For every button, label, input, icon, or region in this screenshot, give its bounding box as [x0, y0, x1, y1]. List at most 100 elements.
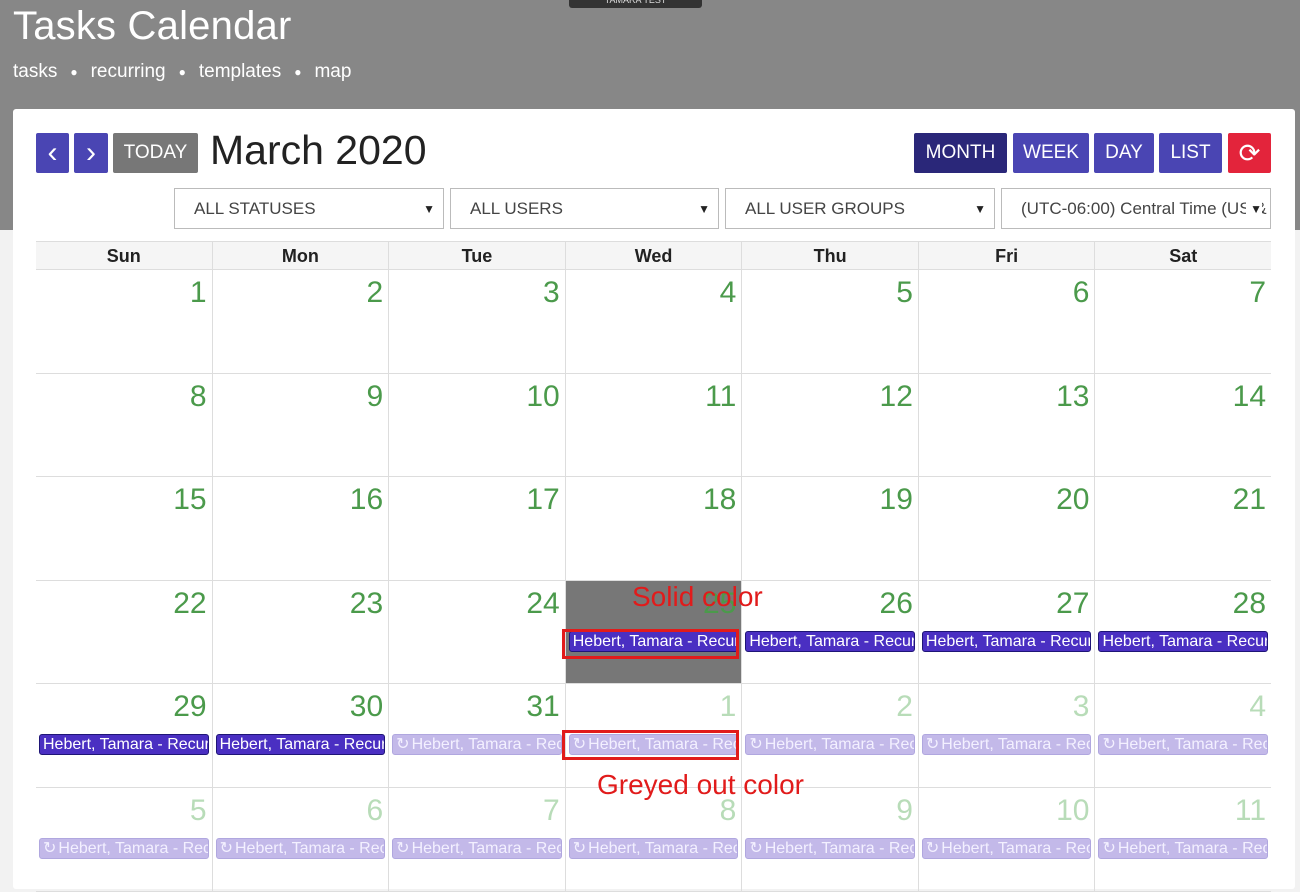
- day-cell[interactable]: 3 ↻Hebert, Tamara - Recurring: [917, 684, 1095, 787]
- recurring-event[interactable]: Hebert, Tamara - Recurring: [39, 734, 209, 756]
- today-button[interactable]: TODAY: [113, 133, 198, 173]
- recurring-event-future[interactable]: ↻Hebert, Tamara - Recurring: [392, 734, 562, 756]
- user-group-filter-select[interactable]: ALL USER GROUPS ▼: [725, 188, 995, 229]
- day-number[interactable]: 4: [1249, 690, 1266, 724]
- day-number[interactable]: 13: [1056, 380, 1089, 414]
- day-cell[interactable]: 10 ↻Hebert, Tamara - Recurring: [917, 787, 1095, 891]
- view-day-button[interactable]: DAY: [1094, 133, 1154, 173]
- nav-link-map[interactable]: map: [314, 61, 351, 83]
- day-number[interactable]: 6: [366, 794, 383, 828]
- day-number[interactable]: 23: [350, 587, 383, 621]
- recurring-event[interactable]: Hebert, Tamara - Recurring: [1098, 630, 1269, 652]
- day-number[interactable]: 30: [350, 690, 383, 724]
- day-cell[interactable]: 14: [1094, 373, 1271, 477]
- recurring-event[interactable]: Hebert, Tamara - Recurring: [921, 630, 1092, 652]
- nav-link-recurring[interactable]: recurring: [91, 61, 166, 83]
- day-number[interactable]: 8: [190, 380, 207, 414]
- day-cell[interactable]: 1: [36, 270, 212, 373]
- day-cell[interactable]: 23: [211, 580, 389, 684]
- day-number[interactable]: 7: [543, 794, 560, 828]
- day-cell[interactable]: 29 Hebert, Tamara - Recurring: [36, 684, 212, 787]
- day-cell[interactable]: 3: [388, 270, 565, 373]
- recurring-event-future[interactable]: ↻Hebert, Tamara - Recurring: [392, 837, 562, 859]
- prev-month-button[interactable]: ‹: [36, 133, 69, 173]
- day-number[interactable]: 3: [1073, 690, 1090, 724]
- day-number[interactable]: 29: [173, 690, 206, 724]
- day-number[interactable]: 5: [190, 794, 207, 828]
- user-filter-select[interactable]: ALL USERS ▼: [450, 188, 719, 229]
- day-number[interactable]: 3: [543, 276, 560, 310]
- day-cell[interactable]: 19: [741, 477, 918, 580]
- day-number[interactable]: 10: [1056, 794, 1089, 828]
- day-cell[interactable]: 11 ↻Hebert, Tamara - Recurring: [1094, 787, 1271, 891]
- day-number[interactable]: 1: [190, 276, 207, 310]
- day-number[interactable]: 26: [880, 587, 913, 621]
- day-cell[interactable]: 5: [741, 270, 918, 373]
- day-cell[interactable]: 20: [917, 477, 1095, 580]
- day-cell[interactable]: 31 ↻Hebert, Tamara - Recurring: [388, 684, 565, 787]
- day-number[interactable]: 11: [705, 380, 736, 414]
- recurring-event-future[interactable]: ↻Hebert, Tamara - Recurring: [745, 734, 915, 756]
- day-cell[interactable]: 8: [36, 374, 212, 477]
- day-cell[interactable]: 27 Hebert, Tamara - Recurring: [917, 580, 1095, 684]
- day-cell[interactable]: 9: [211, 373, 389, 477]
- day-number[interactable]: 14: [1233, 380, 1266, 414]
- view-month-button[interactable]: MONTH: [914, 133, 1007, 173]
- day-cell[interactable]: 15: [36, 477, 212, 580]
- recurring-event-future[interactable]: ↻Hebert, Tamara - Recurring: [921, 837, 1092, 859]
- timezone-select[interactable]: (UTC-06:00) Central Time (US & Canada) ▼: [1001, 188, 1271, 229]
- day-cell[interactable]: 16: [211, 477, 389, 580]
- day-number[interactable]: 27: [1056, 587, 1089, 621]
- day-number[interactable]: 12: [880, 380, 913, 414]
- day-cell[interactable]: 11: [564, 373, 742, 477]
- day-cell[interactable]: 28 Hebert, Tamara - Recurring: [1094, 580, 1271, 684]
- view-week-button[interactable]: WEEK: [1013, 133, 1089, 173]
- day-number[interactable]: 2: [896, 690, 913, 724]
- recurring-event[interactable]: Hebert, Tamara - Recurring: [745, 630, 915, 652]
- day-cell[interactable]: 24: [388, 580, 565, 684]
- day-number[interactable]: 31: [526, 690, 559, 724]
- day-number[interactable]: 9: [896, 794, 913, 828]
- day-cell[interactable]: 6 ↻Hebert, Tamara - Recurring: [211, 787, 389, 891]
- day-cell[interactable]: 17: [388, 477, 565, 580]
- day-number[interactable]: 22: [173, 587, 206, 621]
- day-cell[interactable]: 7: [1094, 270, 1271, 373]
- refresh-button[interactable]: ⟳: [1228, 133, 1271, 173]
- day-number[interactable]: 19: [880, 483, 913, 517]
- day-cell[interactable]: 30 Hebert, Tamara - Recurring: [211, 684, 389, 787]
- status-filter-select[interactable]: ALL STATUSES ▼: [174, 188, 444, 229]
- day-number[interactable]: 21: [1233, 483, 1266, 517]
- recurring-event-future[interactable]: ↻Hebert, Tamara - Recurring: [39, 837, 209, 859]
- day-cell[interactable]: 22: [36, 581, 212, 684]
- nav-link-templates[interactable]: templates: [199, 61, 281, 83]
- view-list-button[interactable]: LIST: [1159, 133, 1222, 173]
- day-number[interactable]: 17: [526, 483, 559, 517]
- recurring-event-future[interactable]: ↻Hebert, Tamara - Recurring: [1098, 837, 1269, 859]
- day-cell[interactable]: 4 ↻Hebert, Tamara - Recurring: [1094, 684, 1271, 787]
- day-number[interactable]: 4: [720, 276, 737, 310]
- day-cell[interactable]: 2: [211, 270, 389, 373]
- day-cell[interactable]: 7 ↻Hebert, Tamara - Recurring: [388, 787, 565, 891]
- recurring-event[interactable]: Hebert, Tamara - Recurring: [215, 734, 386, 756]
- day-cell[interactable]: 13: [917, 373, 1095, 477]
- day-cell[interactable]: 8↻Hebert, Tamara - Recurring: [564, 787, 742, 891]
- day-number[interactable]: 11: [1235, 794, 1266, 828]
- day-number[interactable]: 18: [703, 483, 736, 517]
- day-number[interactable]: 7: [1249, 276, 1266, 310]
- day-cell[interactable]: 4: [564, 270, 742, 373]
- day-cell[interactable]: 18: [564, 477, 742, 580]
- day-number[interactable]: 20: [1056, 483, 1089, 517]
- day-number[interactable]: 16: [350, 483, 383, 517]
- day-cell[interactable]: 12: [741, 373, 918, 477]
- recurring-event-future[interactable]: ↻Hebert, Tamara - Recurring: [568, 837, 739, 859]
- recurring-event-future[interactable]: ↻Hebert, Tamara - Recurring: [921, 734, 1092, 756]
- day-cell[interactable]: 10: [388, 373, 565, 477]
- recurring-event-future[interactable]: ↻Hebert, Tamara - Recurring: [745, 837, 915, 859]
- day-cell[interactable]: 6: [917, 270, 1095, 373]
- day-cell[interactable]: 21: [1094, 477, 1271, 580]
- day-number[interactable]: 2: [366, 276, 383, 310]
- recurring-event-future[interactable]: ↻Hebert, Tamara - Recurring: [1098, 734, 1269, 756]
- day-cell[interactable]: 26 Hebert, Tamara - Recurring: [741, 580, 918, 684]
- next-month-button[interactable]: ›: [74, 133, 108, 173]
- day-number[interactable]: 15: [173, 483, 206, 517]
